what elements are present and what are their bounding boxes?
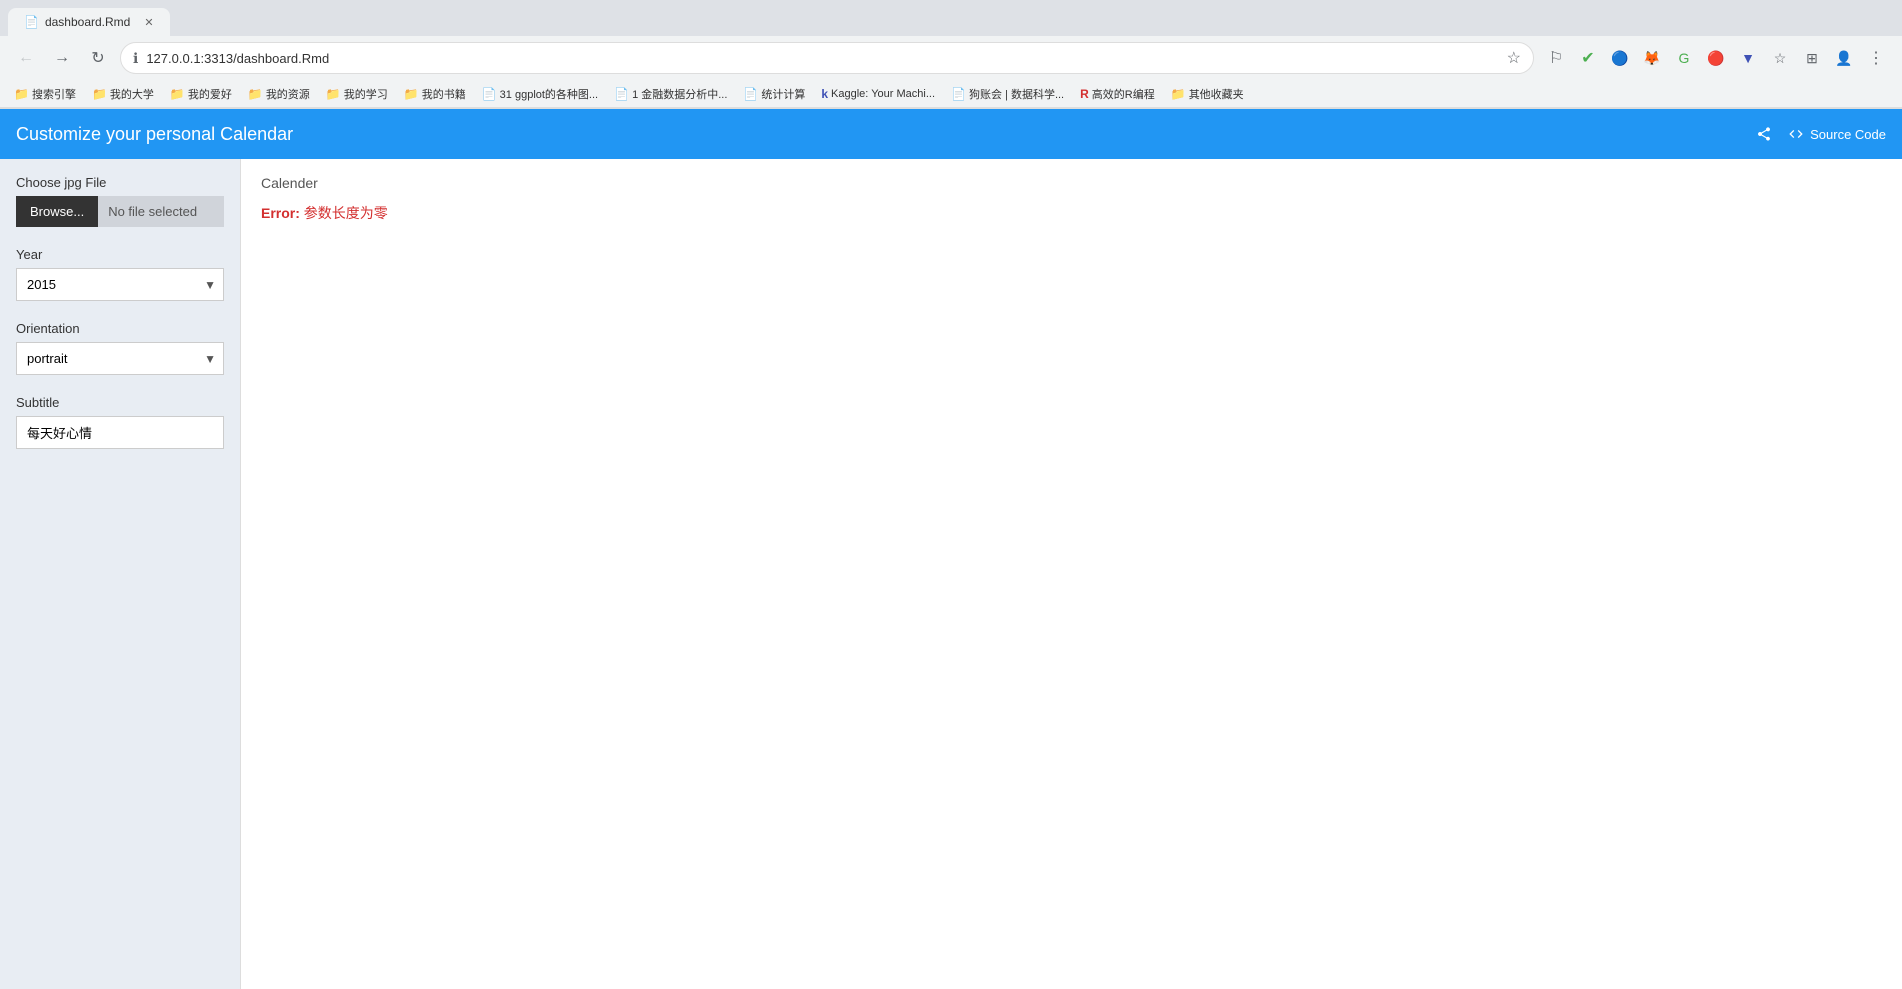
bookmark-label: 高效的R编程 — [1092, 86, 1155, 102]
code-icon — [1788, 126, 1804, 142]
subtitle-input[interactable] — [16, 416, 224, 449]
tab-title: dashboard.Rmd — [45, 15, 130, 29]
bookmark-item[interactable]: 📄 狗账会 | 数据科学... — [945, 84, 1070, 104]
folder-icon: 📁 — [404, 87, 419, 101]
folder-icon: 📁 — [326, 87, 341, 101]
header-actions: Source Code — [1756, 126, 1886, 142]
browse-button[interactable]: Browse... — [16, 196, 98, 227]
year-select[interactable]: 2013 2014 2015 2016 2017 2018 2019 2020 — [16, 268, 224, 301]
user-avatar[interactable]: 👤 — [1830, 44, 1858, 72]
bookmark-item[interactable]: 📁 其他收藏夹 — [1165, 84, 1250, 104]
bookmark-item[interactable]: k Kaggle: Your Machi... — [815, 85, 941, 103]
year-select-wrapper: 2013 2014 2015 2016 2017 2018 2019 2020 … — [16, 268, 224, 301]
no-file-label: No file selected — [98, 196, 224, 227]
bookmark-label: 其他收藏夹 — [1189, 86, 1244, 102]
bookmark-label: Kaggle: Your Machi... — [831, 88, 935, 100]
content-area: Calender Error: 参数长度为零 — [240, 159, 1902, 989]
browser-chrome: 📄 dashboard.Rmd ✕ ← → ↻ ℹ 127.0.0.1:3313… — [0, 0, 1902, 109]
url-text: 127.0.0.1:3313/dashboard.Rmd — [146, 51, 1498, 66]
bookmark-label: 搜索引擎 — [32, 86, 76, 102]
active-tab[interactable]: 📄 dashboard.Rmd ✕ — [8, 8, 170, 36]
bookmark-item[interactable]: 📁 我的书籍 — [398, 84, 472, 104]
file-icon: 📄 — [614, 87, 629, 101]
folder-icon: 📁 — [92, 87, 107, 101]
tab-close-icon[interactable]: ✕ — [144, 16, 153, 29]
file-icon: 📄 — [743, 87, 758, 101]
folder-icon: 📁 — [170, 87, 185, 101]
error-label: Error: — [261, 205, 300, 221]
bookmark-label: 1 金融数据分析中... — [632, 86, 727, 102]
error-message: Error: 参数长度为零 — [261, 203, 1882, 223]
tab-favicon: 📄 — [24, 15, 39, 29]
address-bar[interactable]: ℹ 127.0.0.1:3313/dashboard.Rmd ☆ — [120, 42, 1534, 74]
share-icon — [1756, 126, 1772, 142]
file-icon: R — [1080, 87, 1089, 101]
file-icon: 📄 — [951, 87, 966, 101]
source-code-button[interactable]: Source Code — [1788, 126, 1886, 142]
app-header: Customize your personal Calendar Source … — [0, 109, 1902, 159]
file-input-row: Browse... No file selected — [16, 196, 224, 227]
bookmark-item[interactable]: 📁 我的爱好 — [164, 84, 238, 104]
folder-icon: 📁 — [248, 87, 263, 101]
share-button[interactable] — [1756, 126, 1772, 142]
forward-button[interactable]: → — [48, 44, 76, 72]
year-label: Year — [16, 247, 224, 262]
bookmark-item[interactable]: 📄 31 ggplot的各种图... — [476, 84, 604, 104]
folder-icon: 📁 — [1171, 87, 1186, 101]
more-menu-icon[interactable]: ⋮ — [1862, 44, 1890, 72]
reload-button[interactable]: ↻ — [84, 44, 112, 72]
bookmark-icon[interactable]: ⚐ — [1542, 44, 1570, 72]
extension-icon5[interactable]: 🔴 — [1702, 44, 1730, 72]
year-section: Year 2013 2014 2015 2016 2017 2018 2019 … — [16, 247, 224, 301]
file-icon: 📄 — [482, 87, 497, 101]
source-code-label: Source Code — [1810, 127, 1886, 142]
extension-icon1[interactable]: ✔ — [1574, 44, 1602, 72]
bookmark-label: 统计计算 — [761, 86, 805, 102]
bookmark-label: 31 ggplot的各种图... — [500, 86, 598, 102]
bookmark-label: 我的书籍 — [422, 86, 466, 102]
panel-title: Calender — [261, 175, 1882, 191]
file-section: Choose jpg File Browse... No file select… — [16, 175, 224, 227]
extension-icon2[interactable]: 🔵 — [1606, 44, 1634, 72]
subtitle-label: Subtitle — [16, 395, 224, 410]
file-label: Choose jpg File — [16, 175, 224, 190]
error-text-body: 参数长度为零 — [304, 205, 388, 221]
bookmark-label: 我的大学 — [110, 86, 154, 102]
orientation-select[interactable]: portrait landscape — [16, 342, 224, 375]
subtitle-section: Subtitle — [16, 395, 224, 449]
bookmark-item[interactable]: 📁 我的学习 — [320, 84, 394, 104]
bookmark-label: 我的爱好 — [188, 86, 232, 102]
back-button[interactable]: ← — [12, 44, 40, 72]
nav-icons: ⚐ ✔ 🔵 🦊 G 🔴 ▼ ☆ ⊞ 👤 ⋮ — [1542, 44, 1890, 72]
bookmark-item[interactable]: 📄 统计计算 — [737, 84, 811, 104]
main-layout: Choose jpg File Browse... No file select… — [0, 159, 1902, 989]
folder-icon: 📁 — [14, 87, 29, 101]
extension-icon8[interactable]: ⊞ — [1798, 44, 1826, 72]
orientation-label: Orientation — [16, 321, 224, 336]
extension-icon3[interactable]: 🦊 — [1638, 44, 1666, 72]
bookmark-item[interactable]: 📁 我的资源 — [242, 84, 316, 104]
bookmark-label: 我的资源 — [266, 86, 310, 102]
star-icon[interactable]: ☆ — [1507, 48, 1521, 68]
bookmark-item[interactable]: 📁 搜索引擎 — [8, 84, 82, 104]
app-title: Customize your personal Calendar — [16, 124, 293, 145]
bookmarks-bar: 📁 搜索引擎 📁 我的大学 📁 我的爱好 📁 我的资源 📁 我的学习 📁 我的书… — [0, 80, 1902, 108]
orientation-section: Orientation portrait landscape ▼ — [16, 321, 224, 375]
nav-bar: ← → ↻ ℹ 127.0.0.1:3313/dashboard.Rmd ☆ ⚐… — [0, 36, 1902, 80]
bookmark-label: 狗账会 | 数据科学... — [969, 86, 1064, 102]
orientation-select-wrapper: portrait landscape ▼ — [16, 342, 224, 375]
file-icon: k — [821, 87, 828, 101]
bookmark-label: 我的学习 — [344, 86, 388, 102]
bookmark-item[interactable]: R 高效的R编程 — [1074, 84, 1161, 104]
lock-icon: ℹ — [133, 50, 138, 67]
extension-icon4[interactable]: G — [1670, 44, 1698, 72]
bookmark-item[interactable]: 📁 我的大学 — [86, 84, 160, 104]
extension-icon7[interactable]: ☆ — [1766, 44, 1794, 72]
extension-icon6[interactable]: ▼ — [1734, 44, 1762, 72]
tab-bar: 📄 dashboard.Rmd ✕ — [0, 0, 1902, 36]
bookmark-item[interactable]: 📄 1 金融数据分析中... — [608, 84, 733, 104]
sidebar: Choose jpg File Browse... No file select… — [0, 159, 240, 989]
